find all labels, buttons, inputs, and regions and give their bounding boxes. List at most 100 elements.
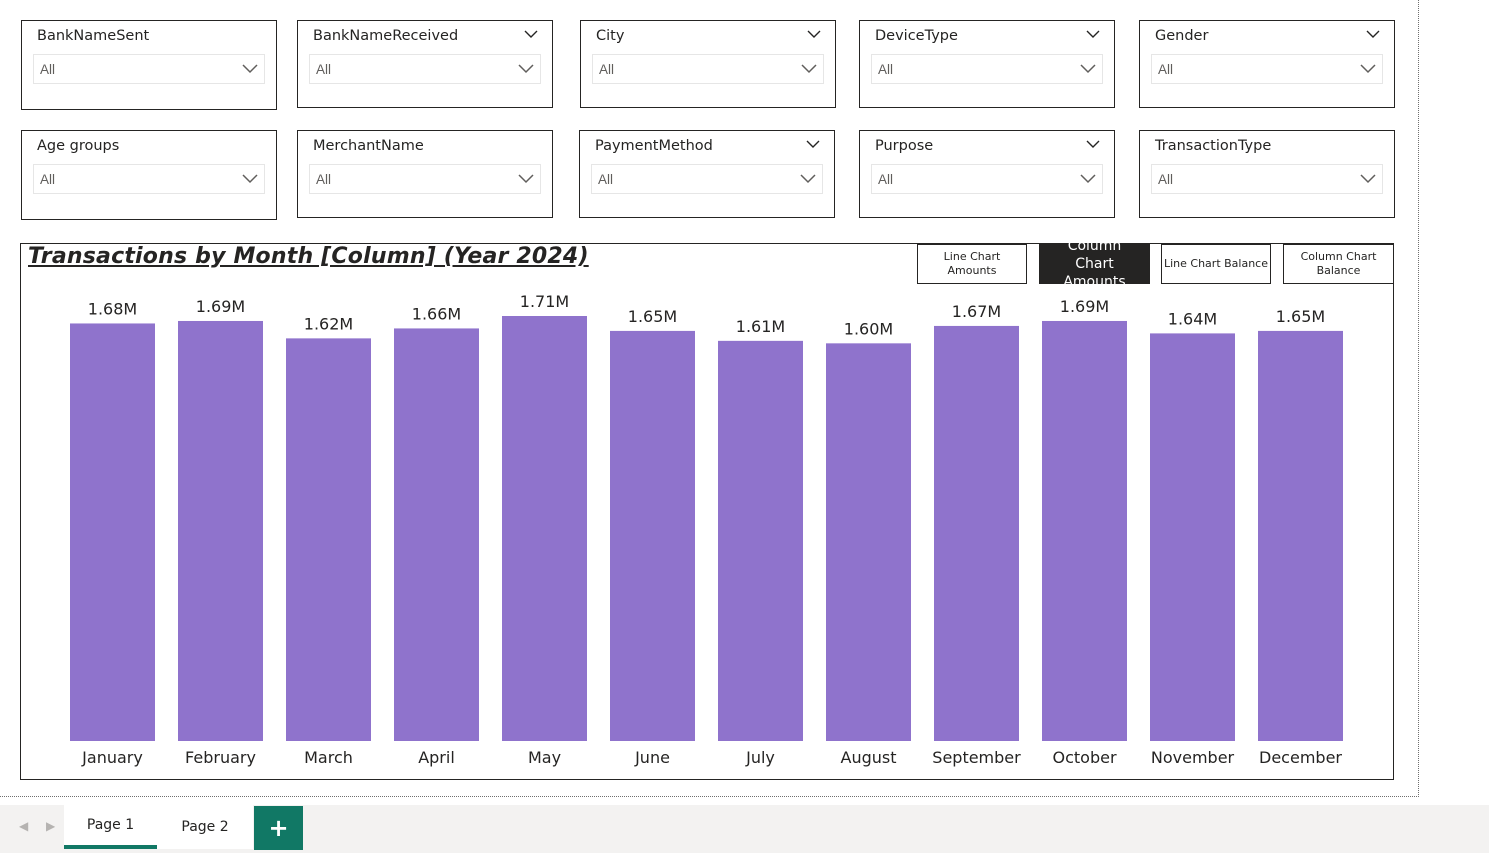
data-label: 1.61M	[736, 317, 785, 336]
x-axis-label: May	[528, 748, 561, 767]
slicer-merchantname[interactable]: MerchantName All	[297, 130, 553, 218]
slicer-title: BankNameSent	[37, 28, 150, 44]
x-axis-label: September	[932, 748, 1021, 767]
slicer-transactiontype[interactable]: TransactionType All	[1139, 130, 1395, 218]
slicer-value: All	[878, 172, 894, 187]
slicer-dropdown[interactable]: All	[871, 54, 1103, 84]
x-axis-label: February	[185, 748, 256, 767]
chevron-down-icon	[242, 64, 258, 74]
slicer-value: All	[878, 62, 894, 77]
slicer-dropdown[interactable]: All	[309, 54, 541, 84]
slicer-title: TransactionType	[1155, 138, 1272, 154]
page-tab-2[interactable]: Page 2	[157, 805, 253, 849]
slicer-title: City	[596, 28, 625, 44]
slicer-dropdown[interactable]: All	[309, 164, 541, 194]
chevron-down-icon[interactable]	[524, 29, 538, 39]
slicer-value: All	[598, 172, 614, 187]
data-label: 1.64M	[1168, 309, 1217, 328]
slicer-value: All	[599, 62, 615, 77]
chevron-down-icon	[1080, 174, 1096, 184]
slicer-title: DeviceType	[875, 28, 958, 44]
chevron-down-icon[interactable]	[806, 139, 820, 149]
chevron-down-icon	[1360, 174, 1376, 184]
slicer-banknamesent[interactable]: BankNameSent All	[21, 20, 277, 110]
bar-august[interactable]	[826, 343, 911, 741]
slicer-dropdown[interactable]: All	[33, 164, 265, 194]
slicer-gender[interactable]: Gender All	[1139, 20, 1395, 108]
page-tab-bar: ◀ ▶ Page 1 Page 2 +	[0, 805, 1489, 853]
slicer-value: All	[1158, 62, 1174, 77]
chevron-down-icon[interactable]	[807, 29, 821, 39]
chevron-down-icon	[518, 64, 534, 74]
chevron-down-icon[interactable]	[1086, 139, 1100, 149]
x-axis-label: July	[745, 748, 775, 767]
x-axis-label: April	[418, 748, 455, 767]
bar-may[interactable]	[502, 316, 587, 741]
slicer-city[interactable]: City All	[580, 20, 836, 108]
chevron-down-icon[interactable]	[1366, 29, 1380, 39]
slicer-banknamereceived[interactable]: BankNameReceived All	[297, 20, 553, 108]
slicer-title: Gender	[1155, 28, 1209, 44]
slicer-value: All	[40, 172, 56, 187]
slicer-dropdown[interactable]: All	[1151, 54, 1383, 84]
data-label: 1.69M	[1060, 297, 1109, 316]
chevron-down-icon[interactable]	[1086, 29, 1100, 39]
add-page-button[interactable]: +	[254, 806, 303, 850]
slicer-paymentmethod[interactable]: PaymentMethod All	[579, 130, 835, 218]
slicer-value: All	[40, 62, 56, 77]
data-label: 1.66M	[412, 304, 461, 323]
data-label: 1.69M	[196, 297, 245, 316]
chevron-down-icon	[800, 174, 816, 184]
x-axis-label: August	[841, 748, 897, 767]
bar-february[interactable]	[178, 320, 263, 741]
slicer-title: Purpose	[875, 138, 934, 154]
data-label: 1.68M	[88, 299, 137, 318]
slicer-age-groups[interactable]: Age groups All	[21, 130, 277, 220]
slicer-dropdown[interactable]: All	[591, 164, 823, 194]
x-axis-label: June	[634, 748, 670, 767]
slicer-value: All	[316, 62, 332, 77]
chevron-right-icon[interactable]: ▶	[46, 819, 58, 833]
slicer-dropdown[interactable]: All	[871, 164, 1103, 194]
chevron-down-icon	[518, 174, 534, 184]
plus-icon: +	[268, 814, 289, 842]
bar-april[interactable]	[394, 328, 479, 741]
bar-december[interactable]	[1258, 330, 1343, 741]
chevron-left-icon[interactable]: ◀	[19, 819, 31, 833]
slicer-title: PaymentMethod	[595, 138, 713, 154]
chevron-down-icon	[1080, 64, 1096, 74]
page-tab-label: Page 1	[86, 817, 135, 833]
bar-november[interactable]	[1150, 333, 1235, 741]
data-label: 1.67M	[952, 302, 1001, 321]
slicer-devicetype[interactable]: DeviceType All	[859, 20, 1115, 108]
x-axis-label: January	[81, 748, 143, 767]
chevron-down-icon	[242, 174, 258, 184]
chevron-down-icon	[1360, 64, 1376, 74]
page-tab-1[interactable]: Page 1	[64, 805, 157, 849]
bar-march[interactable]	[286, 338, 371, 741]
data-label: 1.71M	[520, 292, 569, 311]
x-axis-label: December	[1259, 748, 1342, 767]
bar-september[interactable]	[934, 325, 1019, 741]
x-axis-label: November	[1151, 748, 1235, 767]
slicer-dropdown[interactable]: All	[33, 54, 265, 84]
bar-october[interactable]	[1042, 320, 1127, 741]
chevron-down-icon	[801, 64, 817, 74]
slicer-title: Age groups	[37, 138, 120, 154]
slicer-dropdown[interactable]: All	[1151, 164, 1383, 194]
column-chart-visual[interactable]: Transactions by Month [Column] (Year 202…	[20, 238, 1394, 780]
bar-june[interactable]	[610, 330, 695, 741]
report-canvas: BankNameSent All BankNameReceived All Ci…	[0, 0, 1419, 797]
slicer-purpose[interactable]: Purpose All	[859, 130, 1115, 218]
bar-july[interactable]	[718, 340, 803, 741]
x-axis-label: October	[1052, 748, 1116, 767]
slicer-value: All	[316, 172, 332, 187]
slicer-dropdown[interactable]: All	[592, 54, 824, 84]
page-tab-label: Page 2	[181, 819, 229, 835]
bar-january[interactable]	[70, 323, 155, 741]
slicer-title: MerchantName	[313, 138, 424, 154]
data-label: 1.65M	[1276, 307, 1325, 326]
data-label: 1.60M	[844, 319, 893, 338]
slicer-value: All	[1158, 172, 1174, 187]
chart-plot-area: 1.68M January 1.69M February 1.62M March 1.66M…	[70, 292, 1343, 767]
